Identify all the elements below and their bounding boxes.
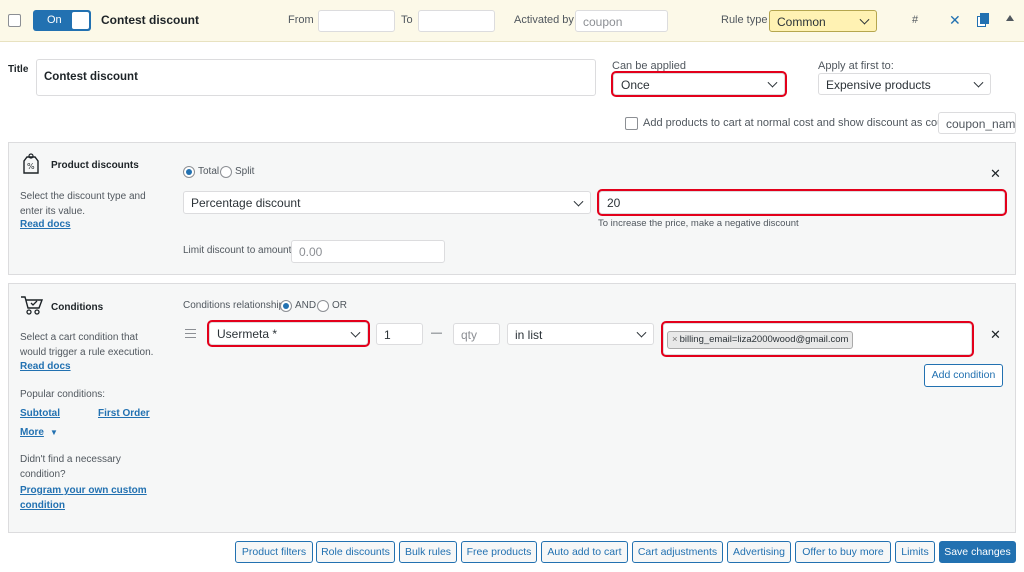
conditions-heading: Conditions [51, 302, 104, 313]
collapse-icon[interactable] [1006, 15, 1014, 21]
cart-icon [20, 294, 44, 316]
remove-condition-icon[interactable]: ✕ [990, 327, 1001, 343]
custom-condition-link[interactable]: Program your own custom condition [20, 483, 160, 513]
popular-condition-subtotal[interactable]: Subtotal [20, 408, 60, 419]
product-discounts-description: Select the discount type and enter its v… [20, 191, 146, 217]
coupon-option-label: Add products to cart at normal cost and … [643, 117, 962, 129]
bulk-rules-button[interactable]: Bulk rules [399, 541, 457, 563]
advertising-button[interactable]: Advertising [727, 541, 791, 563]
drag-handle-icon[interactable] [185, 329, 196, 338]
conditions-description: Select a cart condition that would trigg… [20, 332, 154, 358]
rule-name: Contest discount [101, 13, 199, 27]
chevron-down-icon [767, 77, 778, 88]
chevron-down-icon [350, 327, 361, 338]
add-condition-button[interactable]: Add condition [924, 364, 1003, 387]
coupon-option-checkbox[interactable] [625, 117, 638, 130]
range-dash: — [431, 327, 442, 339]
product-discounts-read-docs[interactable]: Read docs [20, 219, 71, 230]
split-radio[interactable] [220, 166, 232, 178]
activated-by-input[interactable]: coupon [575, 10, 668, 32]
apply-first-label: Apply at first to: [818, 60, 894, 72]
chevron-down-icon [636, 327, 647, 338]
and-label: AND [295, 300, 317, 311]
condition-qty-max-input[interactable]: qty [453, 323, 500, 345]
to-label: To [401, 14, 413, 26]
from-label: From [288, 14, 314, 26]
limits-button[interactable]: Limits [895, 541, 935, 563]
product-filters-button[interactable]: Product filters [235, 541, 313, 563]
close-discount-icon[interactable]: ✕ [990, 166, 1001, 182]
limit-label: Limit discount to amount: [183, 245, 295, 256]
and-radio[interactable] [280, 300, 292, 312]
caret-down-icon: ▼ [49, 428, 58, 437]
activated-by-label: Activated by [514, 14, 574, 26]
coupon-name-input[interactable]: coupon_name [938, 112, 1016, 134]
condition-operator-select[interactable]: in list [507, 323, 654, 345]
condition-qty-min-input[interactable]: 1 [376, 323, 423, 345]
product-discounts-heading: Product discounts [51, 160, 139, 171]
can-be-applied-label: Can be applied [612, 60, 687, 72]
toggle-label: On [47, 14, 62, 26]
delete-rule-icon[interactable]: ✕ [949, 13, 961, 27]
discount-type-select[interactable]: Percentage discount [183, 191, 591, 214]
free-products-button[interactable]: Free products [461, 541, 537, 563]
can-be-applied-select[interactable]: Once [611, 71, 787, 97]
split-label: Split [235, 166, 255, 177]
condition-value-tags-input[interactable]: × billing_email=liza2000wood@gmail.com [661, 321, 974, 357]
title-label: Title [8, 64, 29, 75]
chevron-down-icon [859, 14, 870, 25]
discount-hint: To increase the price, make a negative d… [598, 218, 799, 229]
role-discounts-button[interactable]: Role discounts [316, 541, 395, 563]
offer-to-buy-more-button[interactable]: Offer to buy more [795, 541, 891, 563]
from-date-input[interactable] [318, 10, 395, 32]
rule-enable-toggle[interactable]: On [33, 10, 91, 31]
limit-amount-input[interactable]: 0.00 [291, 240, 445, 263]
conditions-read-docs[interactable]: Read docs [20, 361, 71, 372]
save-changes-button[interactable]: Save changes [939, 541, 1016, 563]
or-radio[interactable] [317, 300, 329, 312]
copy-rule-icon[interactable] [977, 13, 990, 27]
discount-amount-input[interactable]: 20 [597, 189, 1007, 216]
apply-first-select[interactable]: Expensive products [818, 73, 991, 95]
total-radio[interactable] [183, 166, 195, 178]
condition-type-select[interactable]: Usermeta * [207, 320, 370, 347]
email-tag: × billing_email=liza2000wood@gmail.com [667, 331, 854, 349]
auto-add-to-cart-button[interactable]: Auto add to cart [541, 541, 628, 563]
svg-text:%: % [27, 162, 35, 171]
popular-conditions-label: Popular conditions: [20, 389, 106, 400]
rule-type-label: Rule type [721, 14, 768, 26]
popular-condition-first-order[interactable]: First Order [98, 408, 150, 419]
chevron-down-icon [573, 196, 584, 207]
cart-adjustments-button[interactable]: Cart adjustments [632, 541, 723, 563]
discount-tag-icon: % [22, 153, 40, 175]
relationship-label: Conditions relationship [183, 300, 285, 311]
not-found-text: Didn't find a necessary condition? [20, 454, 121, 480]
chevron-down-icon [973, 77, 984, 88]
rule-type-select[interactable]: Common [769, 10, 877, 32]
title-input[interactable]: Contest discount [36, 59, 596, 96]
toggle-knob [72, 12, 89, 29]
total-label: Total [198, 166, 220, 177]
or-label: OR [332, 300, 347, 311]
more-conditions-toggle[interactable]: More ▼ [20, 426, 58, 438]
tag-remove-icon[interactable]: × [672, 334, 678, 345]
to-date-input[interactable] [418, 10, 495, 32]
rule-select-checkbox[interactable] [8, 14, 21, 27]
hash-icon: # [912, 14, 919, 26]
